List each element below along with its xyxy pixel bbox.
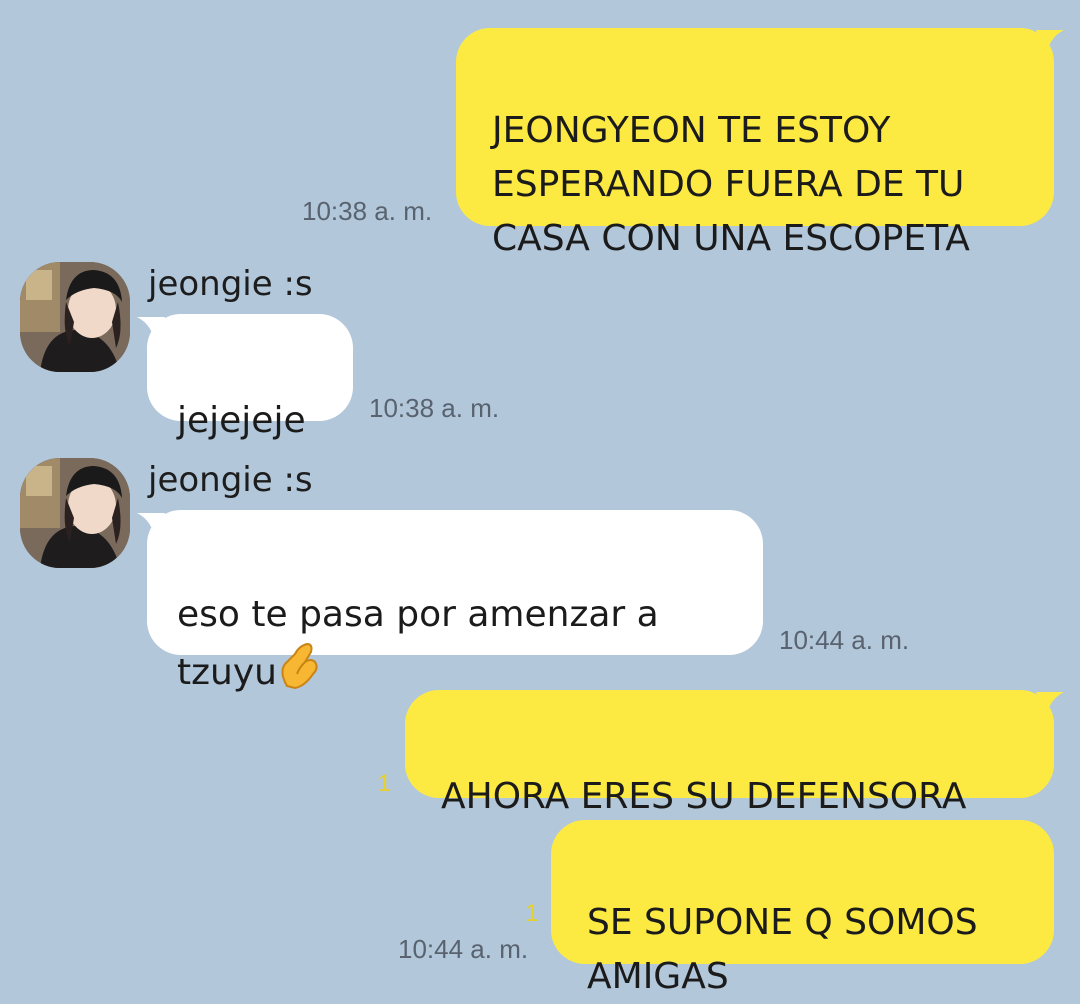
- message-timestamp: 10:44 a. m.: [779, 625, 910, 655]
- message-bubble[interactable]: eso te pasa por amenzar a tzuyu: [147, 510, 763, 693]
- message-text: eso te pasa por amenzar a tzuyu: [177, 594, 659, 693]
- avatar[interactable]: [20, 458, 130, 568]
- avatar[interactable]: [20, 262, 130, 372]
- message-bubble[interactable]: AHORA ERES SU DEFENSORA: [405, 690, 1054, 817]
- message-timestamp: 10:44 a. m.: [398, 934, 529, 964]
- unread-count: 1: [378, 770, 392, 797]
- sender-name: jeongie :s: [148, 460, 313, 500]
- message-bubble[interactable]: jejejeje: [147, 314, 353, 441]
- unread-count: 1: [525, 900, 539, 927]
- avatar-photo: [20, 262, 130, 372]
- message-text: jejejeje: [177, 400, 306, 441]
- bubble-tail: [1036, 30, 1064, 58]
- message-timestamp: 10:38 a. m.: [302, 196, 433, 226]
- message-text: AHORA ERES SU DEFENSORA: [441, 776, 967, 817]
- message-bubble[interactable]: JEONGYEON TE ESTOY ESPERANDO FUERA DE TU…: [456, 28, 1054, 259]
- avatar-photo: [20, 458, 130, 568]
- sender-name: jeongie :s: [148, 264, 313, 304]
- message-timestamp: 10:38 a. m.: [369, 393, 500, 423]
- bubble-tail: [1036, 692, 1064, 720]
- pinched-fingers-emoji: [277, 642, 321, 706]
- message-text: JEONGYEON TE ESTOY ESPERANDO FUERA DE TU…: [492, 110, 970, 259]
- message-bubble[interactable]: SE SUPONE Q SOMOS AMIGAS: [551, 820, 1054, 997]
- message-text: SE SUPONE Q SOMOS AMIGAS: [587, 902, 978, 997]
